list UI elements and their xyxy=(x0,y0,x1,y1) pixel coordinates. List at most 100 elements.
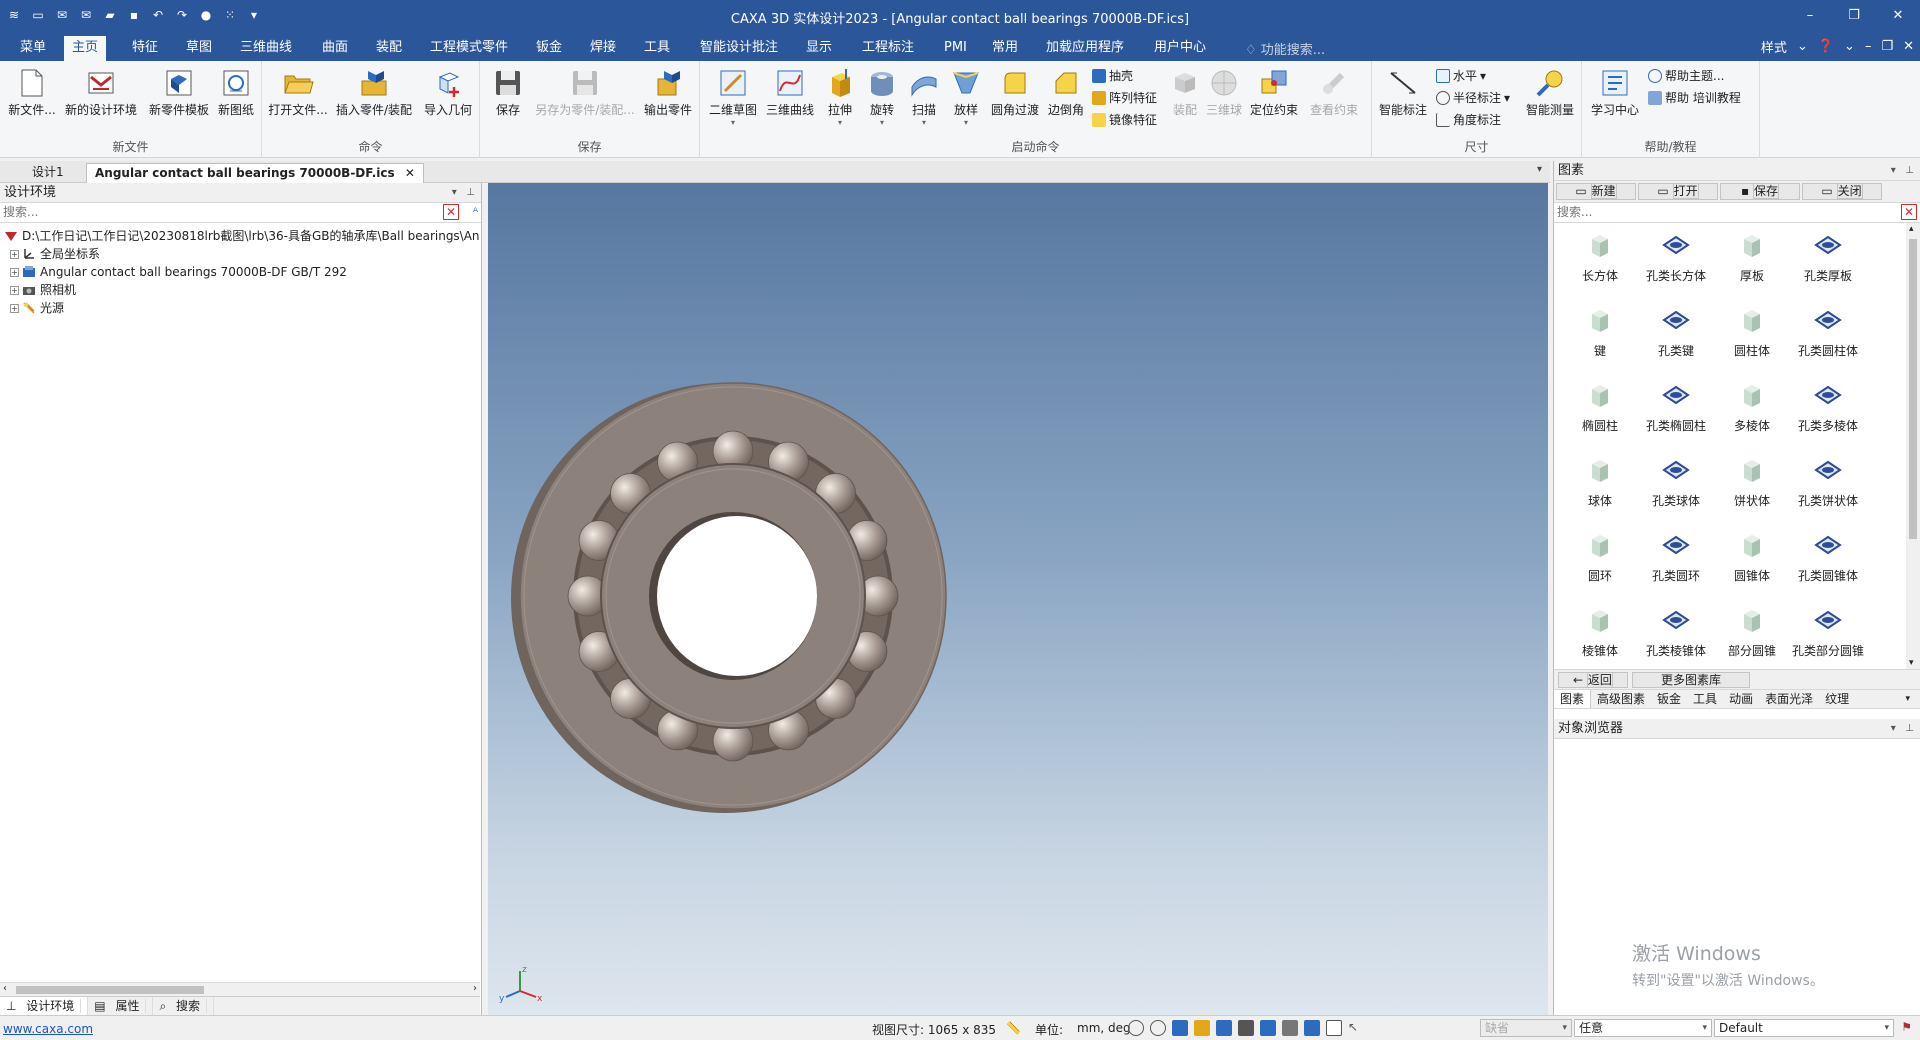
revolve-button[interactable]: 旋转 ▾ xyxy=(862,67,902,127)
tab-display[interactable]: 显示 xyxy=(798,36,840,61)
chevron-down-icon[interactable]: ▾ xyxy=(1899,690,1916,708)
chevron-down-icon[interactable]: ⌄ xyxy=(1797,39,1808,54)
tab-tools[interactable]: 工具 xyxy=(636,36,678,61)
expand-icon[interactable]: + xyxy=(10,285,19,295)
gallery-item[interactable]: 厚板 xyxy=(1714,231,1790,284)
import-geometry-button[interactable]: 导入几何 xyxy=(420,67,476,118)
mdi-close-button[interactable]: ✕ xyxy=(1903,39,1914,54)
scroll-left-icon[interactable]: ‹ xyxy=(3,983,7,994)
tab-welding[interactable]: 焊接 xyxy=(582,36,624,61)
chamfer-button[interactable]: 边倒角 xyxy=(1044,67,1088,118)
doc-tab-design1[interactable]: 设计1 xyxy=(24,163,72,183)
zoom-window-icon[interactable] xyxy=(1150,1020,1166,1036)
radius-dimension-button[interactable]: 半径标注 ▾ xyxy=(1436,89,1510,106)
library-save-button[interactable]: ▪ 保存 xyxy=(1720,183,1800,200)
chevron-down-icon[interactable]: ⌄ xyxy=(1844,39,1855,54)
render-mode-icon[interactable] xyxy=(1194,1020,1210,1036)
tab-feature[interactable]: 特征 xyxy=(124,36,166,61)
function-search[interactable]: ♢ 功能搜索... xyxy=(1245,39,1325,58)
tab-properties[interactable]: ▤ 属性 xyxy=(88,997,154,1015)
gallery-item[interactable]: 多棱体 xyxy=(1714,381,1790,434)
tab-sheet-metal[interactable]: 钣金 xyxy=(1651,690,1687,708)
tab-surface-gloss[interactable]: 表面光泽 xyxy=(1759,690,1819,708)
light-icon[interactable] xyxy=(1282,1020,1298,1036)
assembly-button[interactable]: 装配 xyxy=(1166,67,1204,118)
new-file-button[interactable]: 新文件... xyxy=(6,67,58,118)
sweep-button[interactable]: 扫描 ▾ xyxy=(904,67,944,127)
clear-search-icon[interactable]: ✕ xyxy=(1901,204,1917,220)
view-constraint-button[interactable]: 查看约束 xyxy=(1304,67,1364,118)
tree-item-camera[interactable]: + 照相机 xyxy=(0,281,481,299)
gallery-item[interactable]: 孔类厚板 xyxy=(1790,231,1866,284)
gallery-item[interactable]: 圆锥体 xyxy=(1714,531,1790,584)
camera-icon[interactable] xyxy=(1304,1020,1320,1036)
smart-dimension-button[interactable]: 智能标注 xyxy=(1376,67,1430,118)
more-library-button[interactable]: 更多图素库 xyxy=(1632,672,1750,688)
tab-assembly[interactable]: 装配 xyxy=(368,36,410,61)
tree-item-bearing-assembly[interactable]: + Angular contact ball bearings 70000B-D… xyxy=(0,263,481,281)
gallery-item[interactable]: 孔类多棱体 xyxy=(1790,381,1866,434)
mirror-button[interactable]: 镜像特征 xyxy=(1092,111,1157,128)
open-file-button[interactable]: 打开文件... xyxy=(268,67,328,118)
chevron-down-icon[interactable]: ▾ xyxy=(1504,91,1510,105)
gallery-item[interactable]: 孔类部分圆锥 xyxy=(1790,606,1866,659)
clear-search-icon[interactable]: ✕ xyxy=(443,204,459,220)
library-new-button[interactable]: ▭ 新建 xyxy=(1556,183,1636,200)
position-constraint-button[interactable]: 定位约束 xyxy=(1246,67,1302,118)
new-design-env-button[interactable]: 新的设计环境 xyxy=(62,67,140,118)
library-search-input[interactable] xyxy=(1554,203,1884,221)
training-button[interactable]: 帮助 培训教程 xyxy=(1648,89,1741,106)
gallery-item[interactable]: 孔类圆锥体 xyxy=(1790,531,1866,584)
gallery-item[interactable]: 孔类圆柱体 xyxy=(1790,306,1866,359)
close-tab-icon[interactable]: ✕ xyxy=(405,166,415,180)
shell-button[interactable]: 抽壳 xyxy=(1092,67,1133,84)
tab-menu[interactable]: 菜单 xyxy=(12,36,54,61)
tree-item-global-coords[interactable]: + 全局坐标系 xyxy=(0,245,481,263)
library-open-button[interactable]: ▭ 打开 xyxy=(1638,183,1718,200)
back-button[interactable]: ← 返回 xyxy=(1558,672,1628,688)
export-part-button[interactable]: 输出零件 xyxy=(640,67,696,118)
gallery-item[interactable]: 圆柱体 xyxy=(1714,306,1790,359)
ball-3d-button[interactable]: 三维球 xyxy=(1204,67,1244,118)
horizontal-dimension-button[interactable]: 水平 ▾ xyxy=(1436,67,1486,84)
gallery-item[interactable]: 孔类椭圆柱 xyxy=(1638,381,1714,434)
chevron-down-icon[interactable]: ▾ xyxy=(904,118,944,127)
gallery-item[interactable]: 圆环 xyxy=(1562,531,1638,584)
save-as-part-button[interactable]: 另存为零件/装配... xyxy=(530,67,640,118)
scrollbar-thumb[interactable] xyxy=(16,986,204,994)
help-topics-button[interactable]: 帮助主题... xyxy=(1648,67,1724,84)
chevron-down-icon[interactable]: ▾ xyxy=(1480,69,1486,83)
scroll-up-icon[interactable]: ▴ xyxy=(1909,224,1914,234)
gallery-item[interactable]: 孔类棱锥体 xyxy=(1638,606,1714,659)
sketch-2d-button[interactable]: 二维草图 ▾ xyxy=(706,67,760,127)
expand-icon[interactable]: + xyxy=(10,249,19,259)
scroll-down-icon[interactable]: ▾ xyxy=(1909,658,1914,668)
tab-home[interactable]: 主页 xyxy=(64,36,107,61)
tab-elements[interactable]: 图素 xyxy=(1554,690,1592,708)
tab-design-env[interactable]: ⊥ 设计环境 xyxy=(0,997,89,1015)
tree-item-light[interactable]: + 光源 xyxy=(0,299,481,317)
new-drawing-button[interactable]: 新图纸 xyxy=(214,67,258,118)
horizontal-scrollbar[interactable]: ‹ › xyxy=(0,982,480,996)
tab-pmi[interactable]: PMI xyxy=(936,36,975,61)
extrude-button[interactable]: 拉伸 ▾ xyxy=(820,67,860,127)
panel-controls[interactable]: ▾ ⊥ xyxy=(1891,719,1914,739)
loft-button[interactable]: 放样 ▾ xyxy=(946,67,986,127)
selection-mode-select[interactable]: 任意 ▾ xyxy=(1574,1019,1712,1037)
chevron-down-icon[interactable]: ▾ xyxy=(946,118,986,127)
tab-sketch[interactable]: 草图 xyxy=(178,36,220,61)
tab-texture[interactable]: 纹理 xyxy=(1819,690,1855,708)
chevron-down-icon[interactable]: ▾ xyxy=(862,118,902,127)
learning-center-button[interactable]: 学习中心 xyxy=(1588,67,1642,118)
panel-controls[interactable]: ▾ ⊥ xyxy=(1891,161,1914,181)
select-cursor-icon[interactable] xyxy=(1326,1020,1342,1036)
doc-tab-bearing[interactable]: Angular contact ball bearings 70000B-DF.… xyxy=(86,163,424,183)
tab-search[interactable]: ⌕ 搜索 xyxy=(153,997,215,1015)
mdi-minimize-button[interactable]: – xyxy=(1865,39,1872,54)
tree-root[interactable]: D:\工作日记\工作日记\20230818lrb截图\lrb\36-具备GB的轴… xyxy=(0,227,481,245)
gallery-item[interactable]: 孔类球体 xyxy=(1638,456,1714,509)
restore-button[interactable]: ❐ xyxy=(1832,0,1876,31)
tab-smart-annotation[interactable]: 智能设计批注 xyxy=(692,36,786,61)
search-filter-icon[interactable]: ᴬ xyxy=(473,205,478,219)
gallery-item[interactable]: 棱锥体 xyxy=(1562,606,1638,659)
